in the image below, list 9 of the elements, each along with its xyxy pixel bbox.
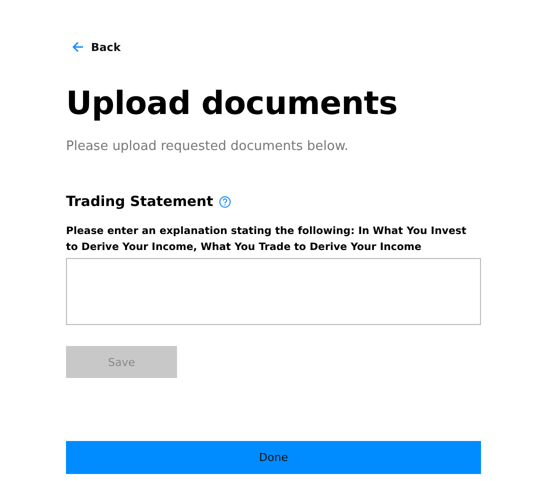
field-label: Please enter an explanation stating the following: In What You Invest to Derive Your Income, What You Trade to Derive Your Income bbox=[66, 225, 468, 255]
page-title: Upload documents bbox=[66, 83, 398, 123]
help-icon[interactable] bbox=[219, 196, 232, 208]
back-link[interactable]: Back bbox=[66, 40, 121, 54]
page-subtitle: Please upload requested documents below. bbox=[66, 139, 350, 154]
explanation-field[interactable] bbox=[66, 258, 481, 325]
section-title: Trading Statement bbox=[66, 194, 214, 210]
done-button[interactable]: Done bbox=[66, 441, 481, 474]
back-arrow-icon bbox=[72, 41, 84, 53]
